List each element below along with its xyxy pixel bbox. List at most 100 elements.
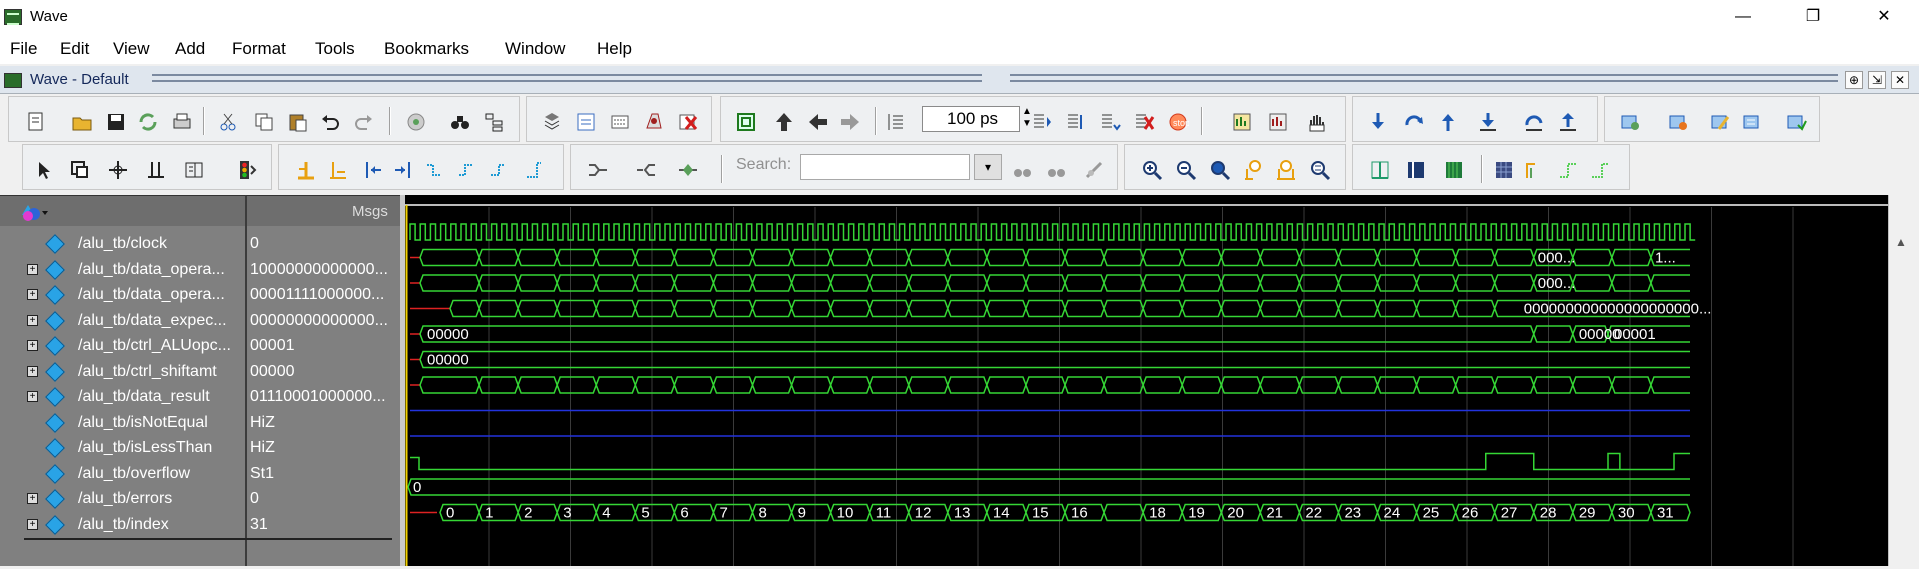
cut-icon[interactable]	[217, 111, 239, 133]
run-all-icon[interactable]	[1099, 111, 1121, 133]
run-length-spinner[interactable]: ▲ ▼	[1020, 106, 1034, 132]
reload-icon[interactable]	[137, 111, 159, 133]
pan-mode-icon[interactable]	[107, 159, 129, 181]
expand-icon[interactable]: +	[27, 264, 38, 275]
signal-row[interactable]: + /alu_tb/ctrl_shiftamt	[0, 360, 245, 386]
search-input[interactable]	[800, 154, 970, 180]
zoom-cursors-icon[interactable]	[1275, 159, 1297, 181]
layout-remove-icon[interactable]	[1667, 111, 1689, 133]
copy-icon[interactable]	[253, 111, 275, 133]
print-icon[interactable]	[171, 111, 193, 133]
signal-row[interactable]: /alu_tb/isLessThan	[0, 436, 245, 462]
menu-format[interactable]: Format	[232, 39, 286, 59]
zoom-out-icon[interactable]	[1175, 159, 1197, 181]
signal-row[interactable]: /alu_tb/overflow	[0, 462, 245, 488]
signal-row[interactable]: + /alu_tb/data_opera...	[0, 283, 245, 309]
run-length-input[interactable]: 100 ps	[922, 106, 1020, 132]
step-into-alt-icon[interactable]	[1477, 111, 1499, 133]
menu-edit[interactable]: Edit	[60, 39, 89, 59]
open-folder-icon[interactable]	[71, 111, 93, 133]
expand-icon[interactable]: +	[27, 289, 38, 300]
layout-edit-icon[interactable]	[1709, 111, 1731, 133]
signal-row[interactable]: + /alu_tb/data_expec...	[0, 309, 245, 335]
expand-icon[interactable]: +	[27, 519, 38, 530]
structure-icon[interactable]	[483, 111, 505, 133]
expand-icon[interactable]: +	[27, 391, 38, 402]
memory-icon[interactable]	[1231, 111, 1253, 133]
search-dropdown[interactable]: ▾	[974, 154, 1002, 180]
zoom-mode-icon[interactable]	[69, 159, 91, 181]
signal-filter-icon[interactable]	[20, 201, 50, 223]
up-arrow-icon[interactable]	[773, 111, 795, 133]
step-over-icon[interactable]	[1403, 111, 1425, 133]
next-rising-icon[interactable]	[523, 159, 545, 181]
insert-cursor-icon[interactable]	[295, 159, 317, 181]
step-out-icon[interactable]	[1437, 111, 1459, 133]
maximize-button[interactable]: ❐	[1790, 0, 1836, 34]
step-into-icon[interactable]	[1367, 111, 1389, 133]
save-icon[interactable]	[105, 111, 127, 133]
expand-icon[interactable]: +	[27, 366, 38, 377]
menu-bookmarks[interactable]: Bookmarks	[384, 39, 469, 59]
signal-row[interactable]: /alu_tb/clock	[0, 232, 245, 258]
signal-row[interactable]: + /alu_tb/index	[0, 513, 245, 539]
wave-literal-icon[interactable]	[1369, 159, 1391, 181]
delete-cursor-icon[interactable]	[327, 159, 349, 181]
break-icon[interactable]	[643, 111, 665, 133]
expand-right-icon[interactable]	[635, 159, 657, 181]
restart-icon[interactable]	[885, 111, 907, 133]
environment-icon[interactable]	[735, 111, 757, 133]
redo-icon[interactable]	[353, 111, 375, 133]
prev-edge-icon[interactable]	[363, 159, 385, 181]
menu-window[interactable]: Window	[505, 39, 565, 59]
compile-all-icon[interactable]	[575, 111, 597, 133]
menu-add[interactable]: Add	[175, 39, 205, 59]
edit-mode-icon[interactable]	[145, 159, 167, 181]
signal-row[interactable]: /alu_tb/isNotEqual	[0, 411, 245, 437]
signal-row[interactable]: + /alu_tb/data_result	[0, 385, 245, 411]
signal-row[interactable]: + /alu_tb/data_opera...	[0, 258, 245, 284]
next-edge-icon[interactable]	[391, 159, 413, 181]
signal-name-header[interactable]	[0, 196, 245, 226]
stop-icon[interactable]: stop	[1167, 111, 1189, 133]
expand-icon[interactable]: +	[27, 340, 38, 351]
prev-falling-icon[interactable]	[423, 159, 445, 181]
forward-arrow-icon[interactable]	[839, 111, 861, 133]
signal-row[interactable]: + /alu_tb/ctrl_ALUopc...	[0, 334, 245, 360]
new-file-icon[interactable]	[25, 111, 47, 133]
wave-event-icon[interactable]	[1443, 159, 1465, 181]
pane-close-button[interactable]: ✕	[1891, 71, 1909, 89]
profile-icon[interactable]	[1267, 111, 1289, 133]
prev-rising-icon[interactable]	[487, 159, 509, 181]
search-options-icon[interactable]	[1083, 159, 1105, 181]
waveform-canvas[interactable]: 000... 1... 000... 000000000000000000000...…	[405, 185, 1888, 566]
menu-help[interactable]: Help	[597, 39, 632, 59]
pane-grip-left[interactable]	[152, 74, 982, 82]
search-forward-icon[interactable]	[1011, 159, 1033, 181]
expand-icon[interactable]: +	[27, 315, 38, 326]
end-simulation-icon[interactable]	[677, 111, 699, 133]
break-run-icon[interactable]	[1133, 111, 1155, 133]
wave-logic-icon[interactable]	[1405, 159, 1427, 181]
minimize-button[interactable]: —	[1720, 0, 1766, 34]
wave-grid-icon[interactable]	[1493, 159, 1515, 181]
wave-rise-icon[interactable]	[1557, 159, 1579, 181]
menu-file[interactable]: File	[10, 39, 37, 59]
wave-rise-alt-icon[interactable]	[1589, 159, 1611, 181]
wave-step-icon[interactable]	[1523, 159, 1545, 181]
vertical-scrollbar[interactable]: ▲	[1888, 195, 1919, 566]
step-over-alt-icon[interactable]	[1523, 111, 1545, 133]
search-backward-icon[interactable]	[1045, 159, 1067, 181]
menu-view[interactable]: View	[113, 39, 150, 59]
next-falling-icon[interactable]	[455, 159, 477, 181]
zoom-cursor-icon[interactable]	[1243, 159, 1265, 181]
run-icon[interactable]	[1031, 111, 1053, 133]
signal-row[interactable]: + /alu_tb/errors	[0, 487, 245, 513]
pane-grip-right[interactable]	[1010, 74, 1838, 82]
select-pointer-icon[interactable]	[33, 159, 55, 181]
waveform-pane[interactable]: 000... 1... 000... 000000000000000000000...…	[405, 185, 1888, 566]
compile-icon[interactable]	[541, 111, 563, 133]
menu-tools[interactable]: Tools	[315, 39, 355, 59]
continue-run-icon[interactable]	[1065, 111, 1087, 133]
paste-icon[interactable]	[287, 111, 309, 133]
